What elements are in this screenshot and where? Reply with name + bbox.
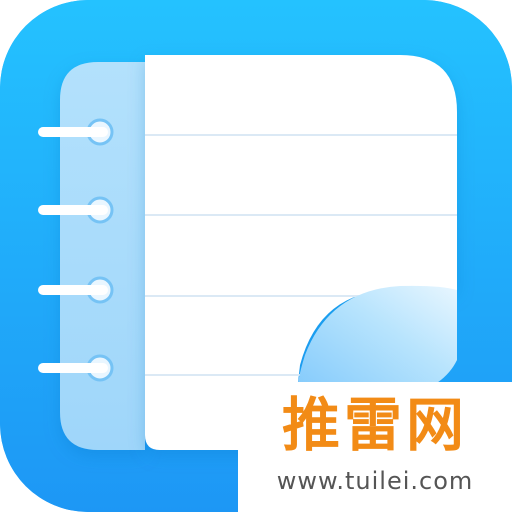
watermark: 推雷网 www.tuilei.com [238, 382, 512, 512]
watermark-url: www.tuilei.com [276, 467, 474, 495]
watermark-title: 推雷网 [281, 391, 468, 459]
